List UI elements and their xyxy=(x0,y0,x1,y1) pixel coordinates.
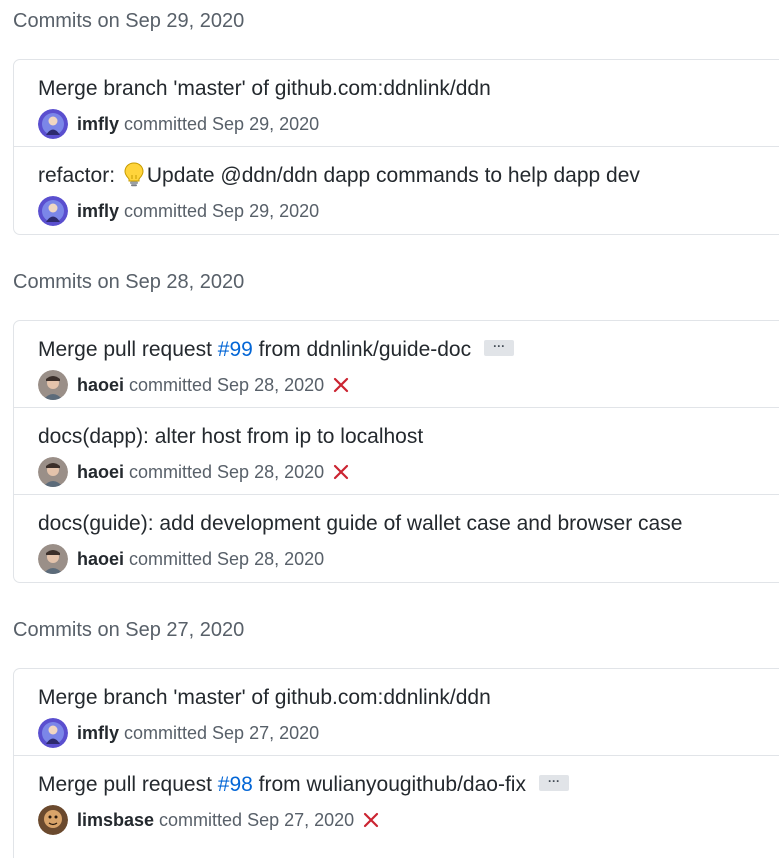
failure-x-icon[interactable] xyxy=(333,377,349,393)
commit-row: docs(guide): add development guide of wa… xyxy=(14,494,779,581)
commit-meta: haoei committed Sep 28, 2020 xyxy=(38,457,349,487)
pull-request-link[interactable]: #98 xyxy=(218,773,253,796)
commit-row: docs(dapp): alter host from ip to localh… xyxy=(14,407,779,494)
commit-row: Merge pull request #99 from ddnlink/guid… xyxy=(14,321,779,407)
commit-meta: haoei committed Sep 28, 2020 xyxy=(38,544,324,574)
commit-author-link[interactable]: haoei xyxy=(77,375,124,396)
commit-message[interactable]: refactor: Update @ddn/ddn dapp commands … xyxy=(38,161,640,189)
commit-message[interactable]: Merge pull request #99 from ddnlink/guid… xyxy=(38,337,515,363)
commit-list: Merge pull request #99 from ddnlink/guid… xyxy=(13,320,779,583)
commit-message[interactable]: Merge pull request #98 from wulianyougit… xyxy=(38,772,569,798)
commit-list: Merge branch 'master' of github.com:ddnl… xyxy=(13,59,779,235)
commit-date: committed Sep 27, 2020 xyxy=(124,722,320,743)
commit-meta: imfly committed Sep 29, 2020 xyxy=(38,109,319,139)
commit-author-link[interactable]: imfly xyxy=(77,114,119,135)
commit-date: committed Sep 28, 2020 xyxy=(129,461,325,482)
commit-date: committed Sep 29, 2020 xyxy=(124,200,320,221)
avatar[interactable] xyxy=(38,370,68,400)
expand-message-button[interactable]: ··· xyxy=(538,775,569,792)
avatar[interactable] xyxy=(38,544,68,574)
commit-date: committed Sep 28, 2020 xyxy=(129,548,325,569)
bulb-emoji-icon xyxy=(123,161,145,187)
commit-date: committed Sep 29, 2020 xyxy=(124,113,320,134)
commit-row: Merge branch 'master' of github.com:ddnl… xyxy=(14,669,779,755)
commit-message[interactable]: docs(dapp): alter host from ip to localh… xyxy=(38,424,423,450)
avatar[interactable] xyxy=(38,457,68,487)
commit-date: committed Sep 28, 2020 xyxy=(129,374,325,395)
commit-author-link[interactable]: imfly xyxy=(77,201,119,222)
expand-message-button[interactable]: ··· xyxy=(484,340,515,357)
commit-row: Merge branch 'master' of github.com:ddnl… xyxy=(14,60,779,146)
pull-request-link[interactable]: #99 xyxy=(218,338,253,361)
commit-message[interactable]: Merge branch 'master' of github.com:ddnl… xyxy=(38,76,491,102)
avatar[interactable] xyxy=(38,718,68,748)
commit-meta: limsbase committed Sep 27, 2020 xyxy=(38,805,379,835)
avatar[interactable] xyxy=(38,805,68,835)
commit-meta: haoei committed Sep 28, 2020 xyxy=(38,370,349,400)
avatar[interactable] xyxy=(38,109,68,139)
commit-author-link[interactable]: haoei xyxy=(77,549,124,570)
commit-group-date: Commits on Sep 28, 2020 xyxy=(13,271,245,293)
commit-meta: imfly committed Sep 27, 2020 xyxy=(38,718,319,748)
avatar[interactable] xyxy=(38,196,68,226)
commit-row: refactor: Update @ddn/ddn dapp commands … xyxy=(14,146,779,233)
commit-meta: imfly committed Sep 29, 2020 xyxy=(38,196,319,226)
failure-x-icon[interactable] xyxy=(363,812,379,828)
commit-date: committed Sep 27, 2020 xyxy=(159,809,355,830)
commit-author-link[interactable]: imfly xyxy=(77,723,119,744)
commit-group-date: Commits on Sep 29, 2020 xyxy=(13,10,245,32)
commit-message[interactable]: docs(guide): add development guide of wa… xyxy=(38,511,682,537)
failure-x-icon[interactable] xyxy=(333,464,349,480)
commit-list: Merge branch 'master' of github.com:ddnl… xyxy=(13,668,779,858)
commit-author-link[interactable]: limsbase xyxy=(77,810,154,831)
commit-group-date: Commits on Sep 27, 2020 xyxy=(13,619,245,641)
commit-row: Merge pull request #98 from wulianyougit… xyxy=(14,755,779,842)
commit-message[interactable]: Merge branch 'master' of github.com:ddnl… xyxy=(38,685,491,711)
commit-author-link[interactable]: haoei xyxy=(77,462,124,483)
